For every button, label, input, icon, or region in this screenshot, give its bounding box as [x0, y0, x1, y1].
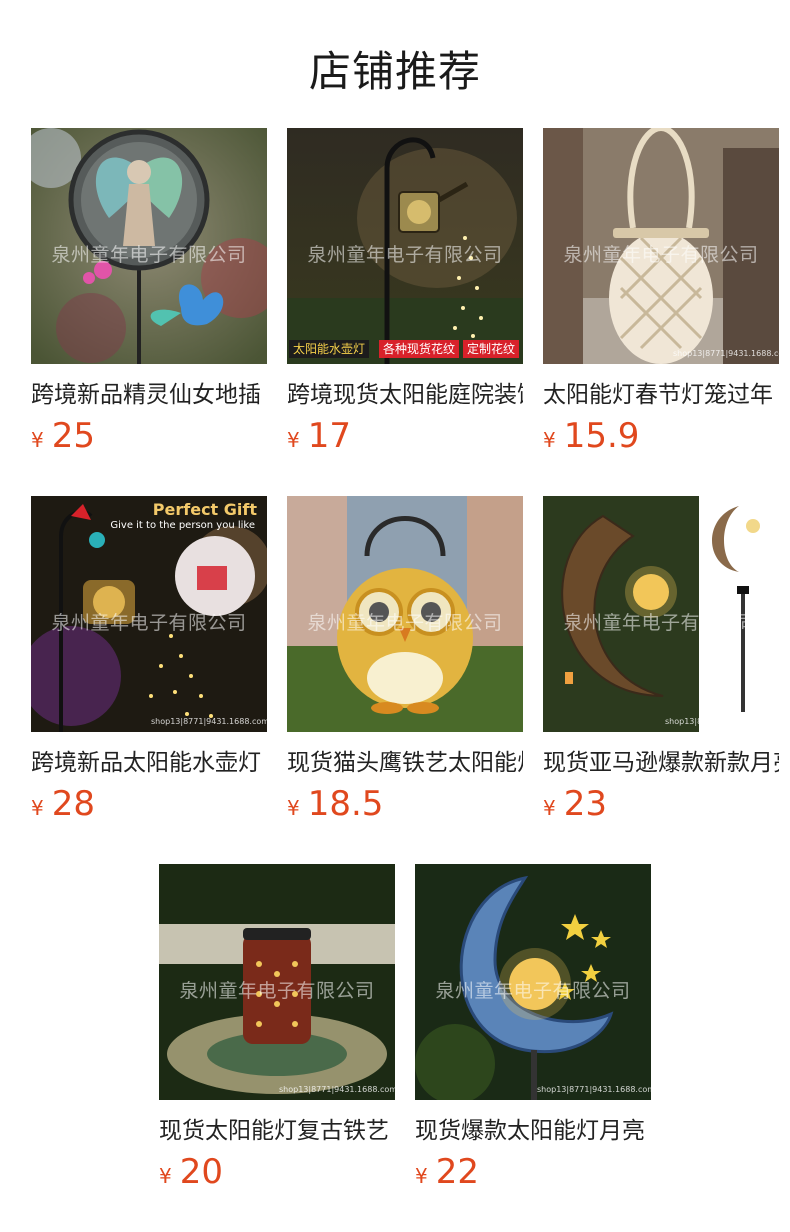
promo-title: Perfect Gift — [152, 500, 257, 519]
badge-solar-kettle: 太阳能水壶灯 — [289, 340, 370, 358]
product-price: ¥20 — [159, 1152, 395, 1198]
fairy-stake-illustration — [31, 128, 267, 364]
product-image-crescent-moon-light[interactable]: 泉州童年电子有限公司 shop13|8771|9431.1688.com — [415, 864, 651, 1100]
currency-symbol: ¥ — [287, 428, 300, 452]
product-image-fairy-stake[interactable]: 泉州童年电子有限公司 — [31, 128, 267, 364]
product-card[interactable]: 泉州童年电子有限公司 shop13|8771|9431.1688.com 现货爆… — [415, 864, 651, 1198]
product-name[interactable]: 跨境新品太阳能水壶灯 — [31, 746, 267, 780]
product-name[interactable]: 现货太阳能灯复古铁艺 — [159, 1114, 395, 1148]
owl-light-illustration — [287, 496, 523, 732]
product-price: ¥18.5 — [287, 784, 523, 830]
currency-symbol: ¥ — [31, 796, 44, 820]
currency-symbol: ¥ — [543, 796, 556, 820]
product-name[interactable]: 现货猫头鹰铁艺太阳能灯 — [287, 746, 523, 780]
price-value: 17 — [307, 416, 351, 456]
page-title: 店铺推荐 — [308, 47, 481, 96]
product-image-kettle-light-gift[interactable]: Perfect Gift Give it to the person you l… — [31, 496, 267, 732]
product-price: ¥23 — [543, 784, 779, 830]
product-image-rattan-lantern[interactable]: 泉州童年电子有限公司 shop13|8771|9431.1688.com — [543, 128, 779, 364]
kettle-gift-illustration — [31, 496, 267, 732]
product-name[interactable]: 现货爆款太阳能灯月亮 — [415, 1114, 651, 1148]
product-price: ¥15.9 — [543, 416, 779, 462]
moon-fairy-illustration — [543, 496, 779, 732]
rattan-lantern-illustration — [543, 128, 779, 364]
product-price: ¥28 — [31, 784, 267, 830]
product-card[interactable]: 泉州童年电子有限公司 太阳能水壶灯 各种现货花纹 定制花纹 跨境现货太阳能庭院装… — [287, 128, 523, 462]
shop-url: shop13|8771|9431.1688.com — [537, 1085, 651, 1094]
product-price: ¥25 — [31, 416, 267, 462]
product-card[interactable]: Perfect Gift Give it to the person you l… — [31, 496, 267, 830]
product-image-moon-fairy-light[interactable]: 泉州童年电子有限公司 shop13|8 — [543, 496, 779, 732]
price-value: 22 — [435, 1152, 479, 1192]
product-name[interactable]: 太阳能灯春节灯笼过年 — [543, 378, 779, 412]
product-card[interactable]: 泉州童年电子有限公司 现货猫头鹰铁艺太阳能灯 ¥18.5 — [287, 496, 523, 830]
currency-symbol: ¥ — [415, 1164, 428, 1188]
product-card[interactable]: 泉州童年电子有限公司 shop13|8771|9431.1688.com 现货太… — [159, 864, 395, 1198]
currency-symbol: ¥ — [159, 1164, 172, 1188]
shop-url: shop13|8771|9431.1688.com — [279, 1085, 395, 1094]
shop-url: shop13|8 — [665, 717, 703, 726]
currency-symbol: ¥ — [287, 796, 300, 820]
retro-lantern-illustration — [159, 864, 395, 1100]
product-card[interactable]: 泉州童年电子有限公司 shop13|8771|9431.1688.com 太阳能… — [543, 128, 779, 462]
product-card[interactable]: 泉州童年电子有限公司 跨境新品精灵仙女地插 ¥25 — [31, 128, 267, 462]
product-card[interactable]: 泉州童年电子有限公司 shop13|8 现货亚马逊爆款新款月亮 ¥23 — [543, 496, 779, 830]
shop-url: shop13|8771|9431.1688.com — [673, 349, 779, 358]
shop-url: shop13|8771|9431.1688.com — [151, 717, 267, 726]
product-image-retro-iron-lantern[interactable]: 泉州童年电子有限公司 shop13|8771|9431.1688.com — [159, 864, 395, 1100]
product-image-owl-light[interactable]: 泉州童年电子有限公司 — [287, 496, 523, 732]
badge-stock-patterns: 各种现货花纹 — [379, 340, 460, 358]
badge-custom-patterns: 定制花纹 — [463, 340, 520, 358]
product-price: ¥17 — [287, 416, 523, 462]
product-name[interactable]: 跨境新品精灵仙女地插 — [31, 378, 267, 412]
price-value: 23 — [563, 784, 607, 824]
product-image-watering-can-light[interactable]: 泉州童年电子有限公司 太阳能水壶灯 各种现货花纹 定制花纹 — [287, 128, 523, 364]
promo-subtitle: Give it to the person you like — [110, 520, 255, 531]
currency-symbol: ¥ — [543, 428, 556, 452]
crescent-moon-illustration — [415, 864, 651, 1100]
price-value: 18.5 — [307, 784, 384, 824]
price-value: 20 — [179, 1152, 223, 1192]
watering-can-illustration — [287, 128, 523, 364]
price-value: 25 — [51, 416, 95, 456]
price-value: 28 — [51, 784, 95, 824]
product-name[interactable]: 现货亚马逊爆款新款月亮 — [543, 746, 779, 780]
currency-symbol: ¥ — [31, 428, 44, 452]
product-price: ¥22 — [415, 1152, 651, 1198]
product-name[interactable]: 跨境现货太阳能庭院装饰 — [287, 378, 523, 412]
price-value: 15.9 — [563, 416, 640, 456]
